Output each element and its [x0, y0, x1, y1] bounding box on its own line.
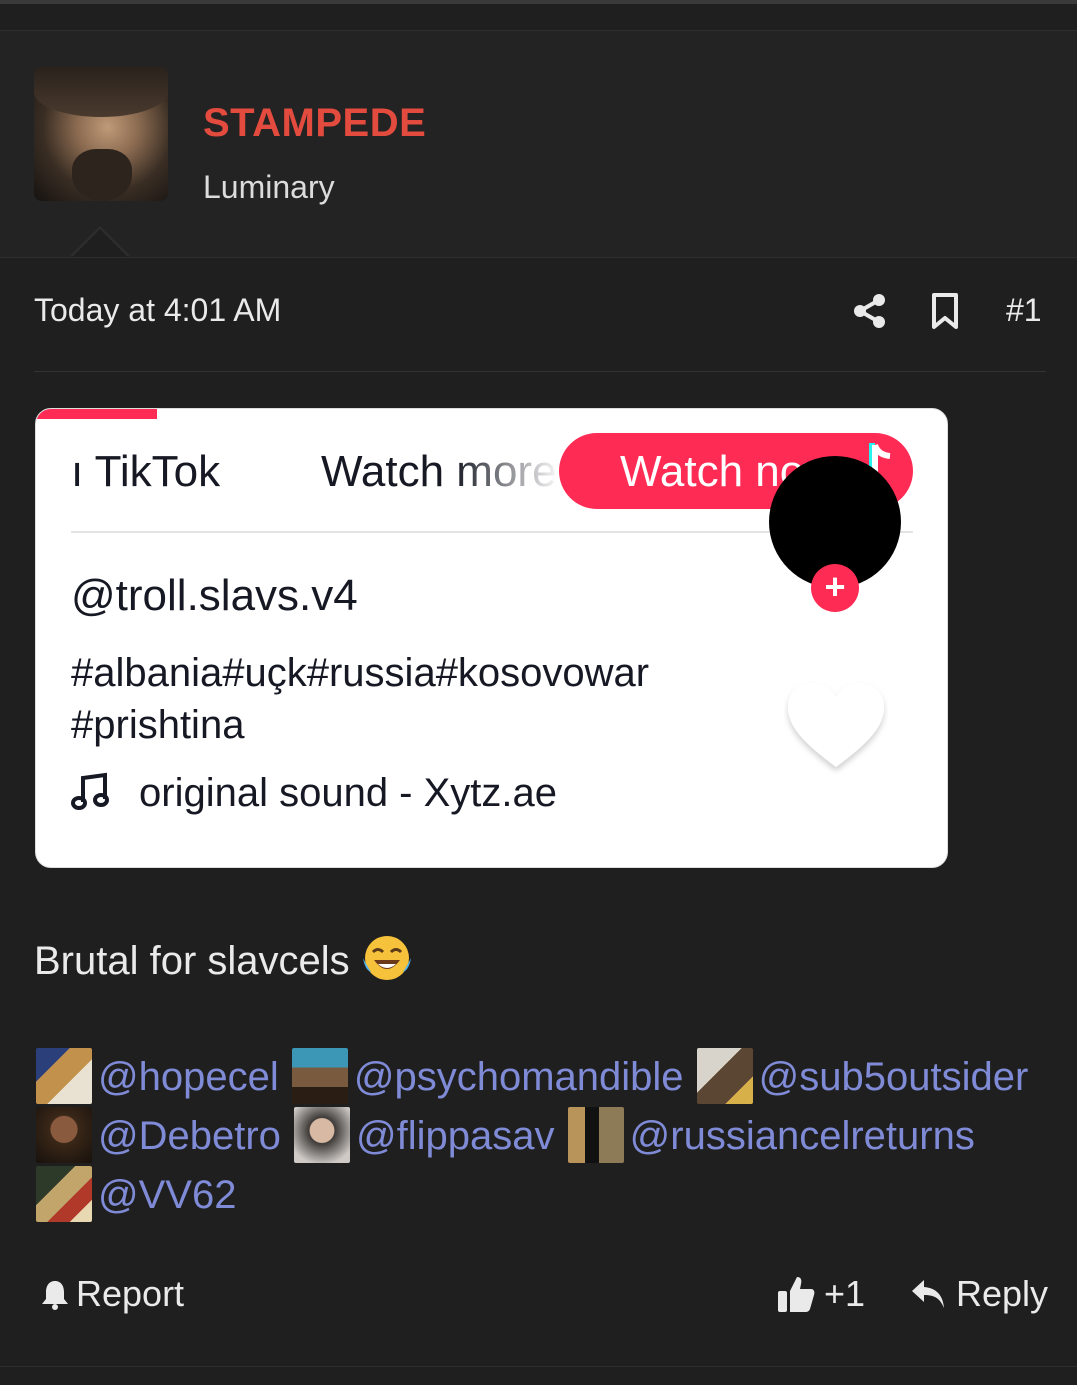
username[interactable]: STAMPEDE [203, 101, 426, 146]
tiktok-embed[interactable]: ı TikTok Watch more Watch now @troll.sla… [35, 408, 948, 868]
tiktok-caption: #albania#uçk#russia#kosovowar #prishtina [71, 651, 650, 747]
user-block-pointer-inner [72, 229, 128, 257]
music-note-icon [71, 772, 109, 810]
bell-icon [42, 1281, 68, 1310]
mentions-list: @hopecel @psychomandible @sub5outsider @… [34, 1048, 1044, 1225]
follow-plus-button[interactable]: + [811, 564, 859, 612]
mention-link[interactable]: @VV62 [98, 1173, 236, 1217]
mention-avatar [294, 1107, 351, 1163]
like-button[interactable]: +1 [776, 1273, 865, 1315]
top-border [0, 0, 1077, 4]
mention-link[interactable]: @flippasav [356, 1114, 554, 1158]
footer-divider [0, 1366, 1077, 1367]
user-avatar[interactable] [34, 67, 168, 201]
user-title: Luminary [203, 169, 335, 205]
user-info-block: STAMPEDE Luminary [0, 30, 1077, 258]
avatar-hair [34, 67, 168, 117]
mention-avatar [36, 1166, 92, 1222]
reply-button[interactable]: Reply [910, 1273, 1048, 1315]
heart-icon[interactable] [784, 679, 888, 775]
post-body: Brutal for slavcels [34, 932, 413, 984]
mention-avatar [567, 1107, 624, 1163]
mention-avatar [291, 1048, 348, 1104]
report-button[interactable]: Report [40, 1273, 184, 1315]
like-count: +1 [824, 1273, 866, 1314]
divider [34, 371, 1046, 372]
mention-link[interactable]: @sub5outsider [759, 1055, 1029, 1099]
mention-avatar [36, 1107, 92, 1163]
bookmark-icon[interactable] [930, 292, 960, 330]
post-number[interactable]: #1 [1006, 292, 1042, 329]
report-label: Report [76, 1273, 185, 1314]
tiktok-sound[interactable]: original sound - Xytz.ae [71, 771, 557, 816]
video-progress-bar [36, 409, 157, 419]
post-timestamp[interactable]: Today at 4:01 AM [34, 292, 281, 329]
reply-arrow-icon [912, 1280, 944, 1308]
tiktok-author[interactable]: @troll.slavs.v4 [71, 571, 358, 621]
mention-link[interactable]: @Debetro [98, 1114, 281, 1158]
avatar-beard [72, 149, 132, 201]
sound-label: original sound - Xytz.ae [139, 771, 558, 815]
mention-avatar [36, 1048, 92, 1104]
tears-of-joy-emoji-icon [362, 936, 411, 980]
post-body-text: Brutal for slavcels [34, 939, 350, 983]
reply-label: Reply [956, 1273, 1049, 1314]
mention-avatar [696, 1048, 753, 1104]
tab-tiktok[interactable]: ı TikTok [71, 447, 220, 497]
mention-link[interactable]: @hopecel [98, 1055, 279, 1099]
tab-watch-more[interactable]: Watch more [321, 447, 561, 497]
thumbs-up-icon [778, 1277, 815, 1312]
share-icon[interactable] [852, 292, 888, 330]
mention-link[interactable]: @russiancelreturns [630, 1114, 975, 1158]
mention-link[interactable]: @psychomandible [354, 1055, 684, 1099]
